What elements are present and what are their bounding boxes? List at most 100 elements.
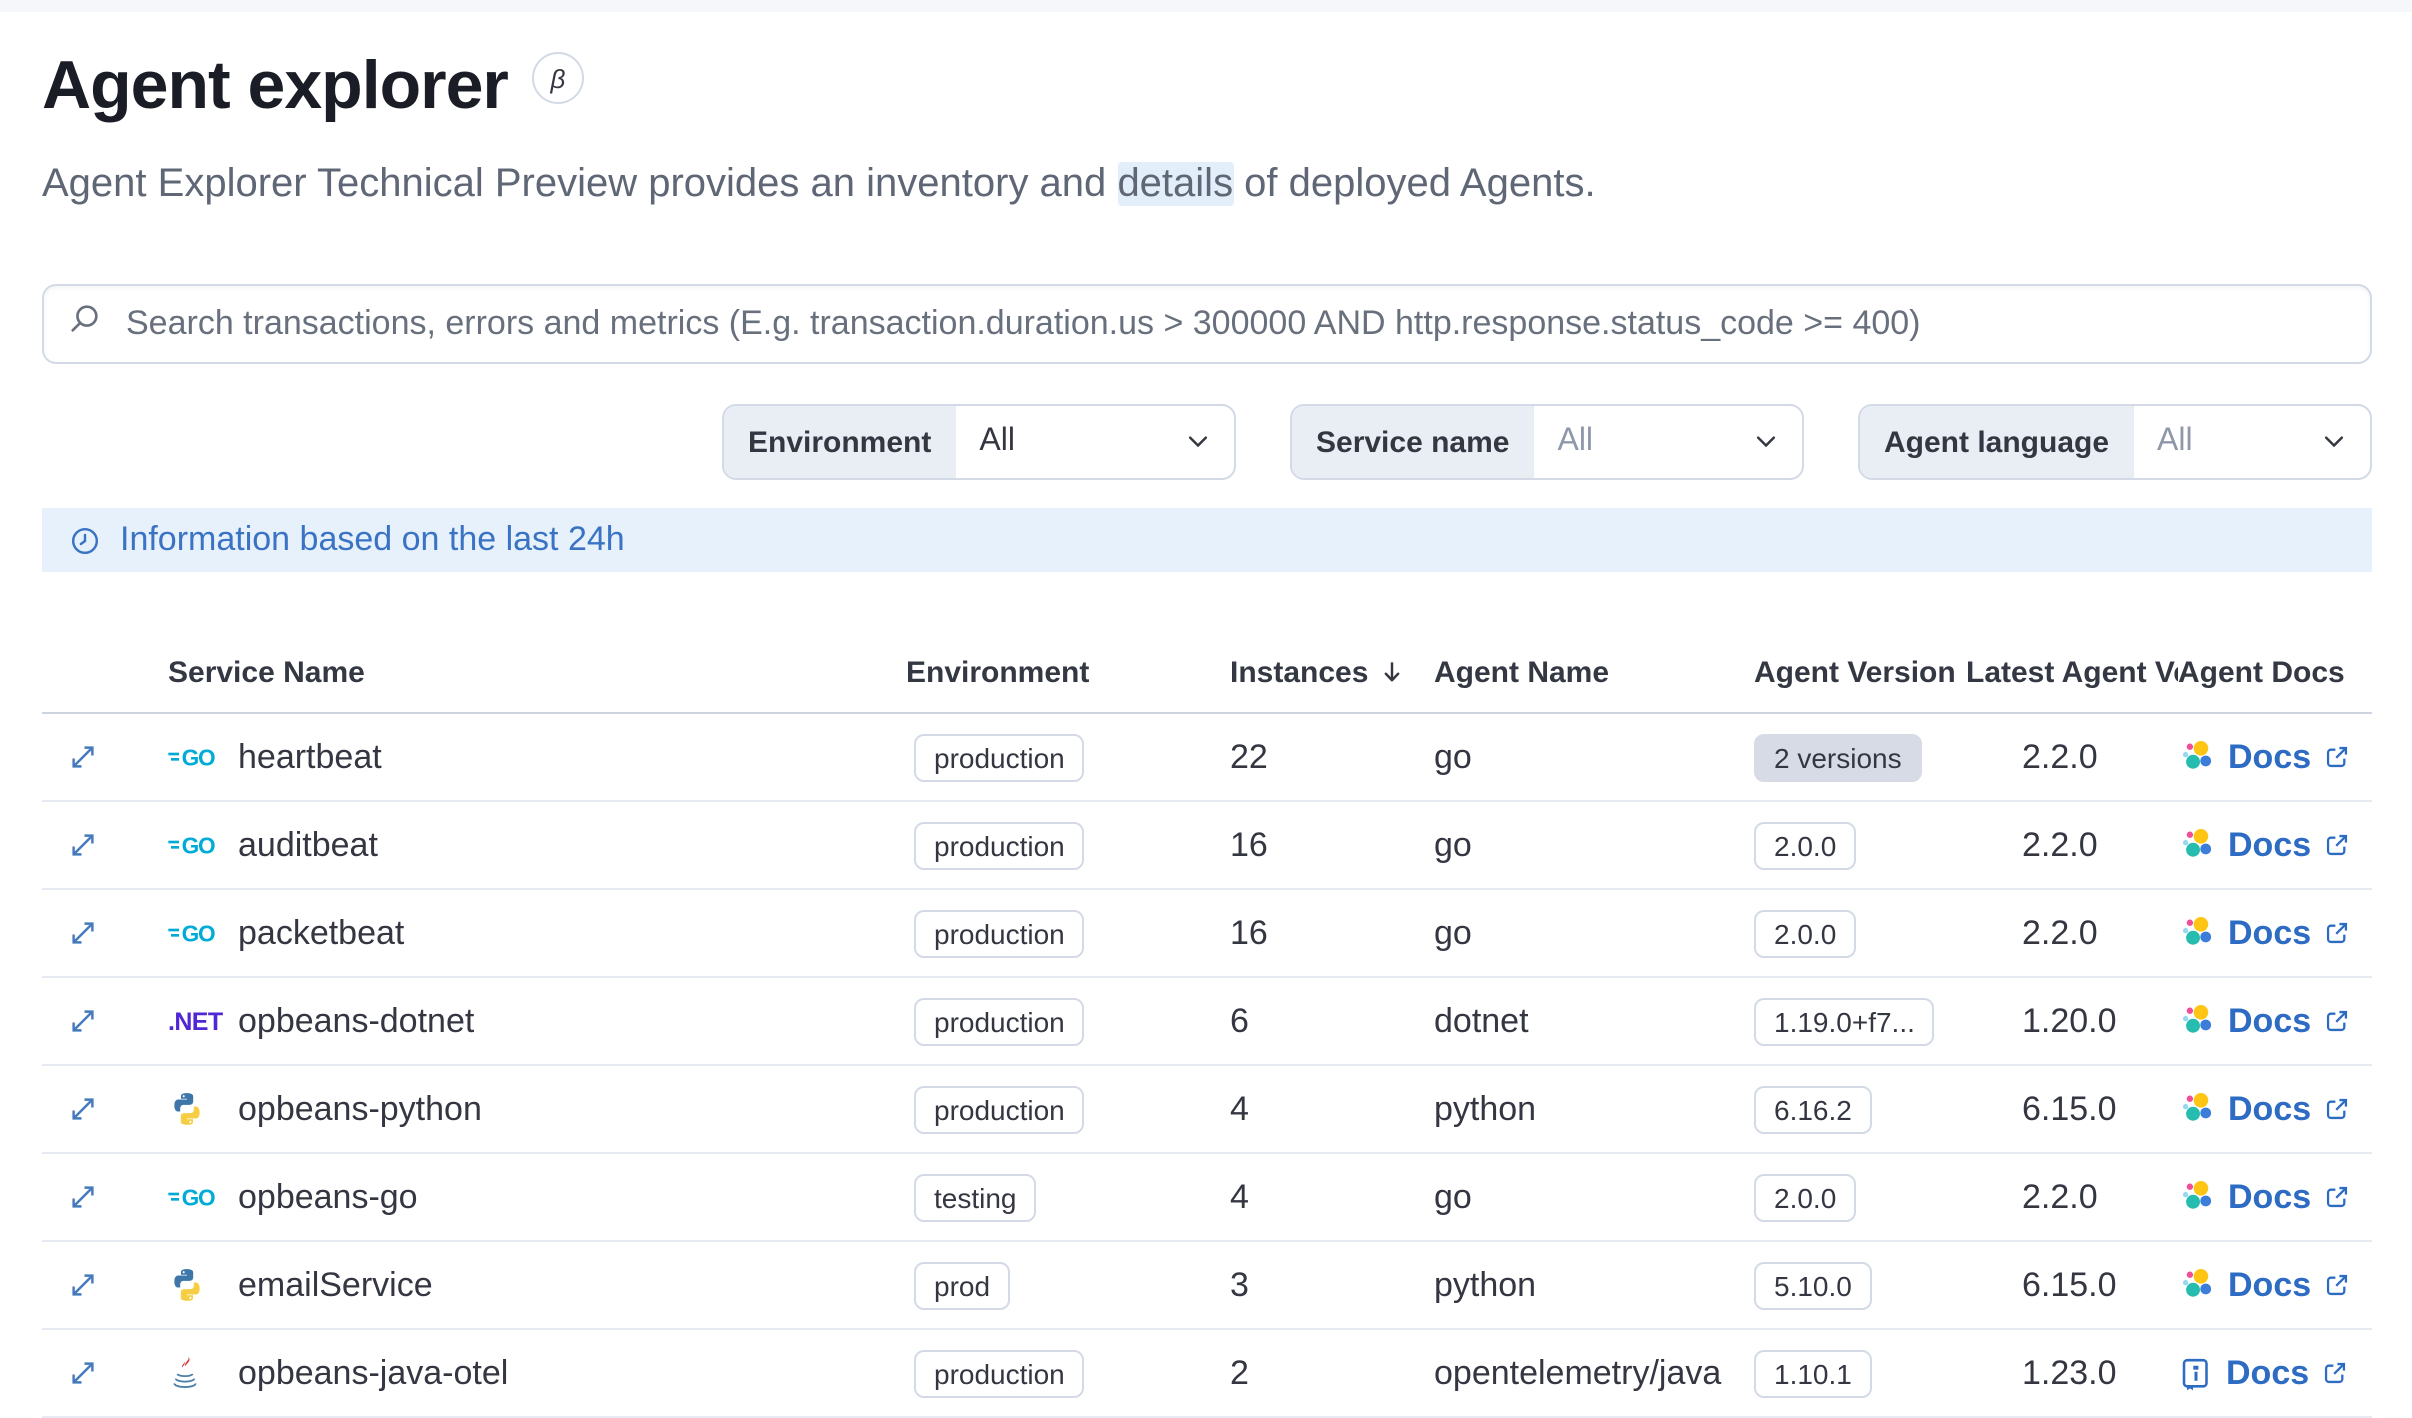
search-input[interactable] [122,302,2346,346]
info-banner: Information based on the last 24h [42,508,2372,572]
service-name[interactable]: opbeans-python [238,1089,482,1129]
elastic-logo-icon [2178,1002,2216,1040]
go-logo-icon: GO [168,1185,224,1209]
instances-count: 16 [1230,913,1268,951]
column-header-latest-agent-version[interactable]: Latest Agent Ve [1966,655,2178,689]
column-header-agent-docs[interactable]: Agent Docs [2178,655,2372,689]
instances-count: 4 [1230,1089,1249,1127]
table-row: GO auditbeat production 16 go 2.0.0 2.2.… [42,802,2372,890]
expand-row-button[interactable] [63,1002,101,1040]
page-header: Agent explorer β [42,44,2372,128]
docs-link-label: Docs [2228,737,2312,775]
instances-count: 16 [1230,825,1268,863]
column-header-service-name[interactable]: Service Name [122,655,906,689]
go-logo-icon: GO [168,921,224,945]
instances-count: 2 [1230,1353,1249,1391]
environment-filter-label: Environment [724,406,956,478]
service-name[interactable]: auditbeat [238,825,378,865]
elastic-logo-icon [2178,1090,2216,1128]
table-body: GO heartbeat production 22 go 2 versions… [42,714,2372,1418]
expand-row-button[interactable] [63,1178,101,1216]
service-name[interactable]: opbeans-go [238,1177,418,1217]
column-header-instances[interactable]: Instances [1222,655,1434,689]
agent-name: dotnet [1434,1001,1529,1039]
svg-text:GO: GO [182,921,215,945]
expand-row-button[interactable] [63,1354,101,1392]
environment-badge: production [914,733,1085,781]
service-name[interactable]: emailService [238,1265,433,1305]
java-logo-icon [168,1354,224,1392]
elastic-logo-icon [2178,738,2216,776]
docs-link[interactable]: Docs [2178,825,2349,865]
docs-link[interactable]: Docs [2178,737,2349,777]
service-name[interactable]: opbeans-java-otel [238,1353,508,1393]
expand-row-button[interactable] [63,1266,101,1304]
clock-icon [70,525,100,555]
docs-link-label: Docs [2228,825,2312,863]
agent-version-badge[interactable]: 2 versions [1754,733,1922,781]
service-name[interactable]: heartbeat [238,737,382,777]
docs-link[interactable]: Docs [2178,913,2349,953]
table-header-row: Service Name Environment Instances Agent… [42,632,2372,714]
search-bar[interactable] [42,284,2372,364]
table-row: GO heartbeat production 22 go 2 versions… [42,714,2372,802]
expand-row-button[interactable] [63,1090,101,1128]
column-header-agent-version[interactable]: Agent Version [1754,655,1966,689]
agent-name: opentelemetry/java [1434,1353,1722,1391]
elastic-logo-icon [2178,1178,2216,1216]
docs-link[interactable]: Docs [2178,1089,2349,1129]
expand-row-button[interactable] [63,826,101,864]
svg-text:GO: GO [182,1185,215,1209]
table-row: emailService prod 3 python 5.10.0 6.15.0… [42,1242,2372,1330]
agent-name: go [1434,825,1472,863]
table-row: GO packetbeat production 16 go 2.0.0 2.2… [42,890,2372,978]
agent-name: go [1434,913,1472,951]
agent-version-badge: 5.10.0 [1754,1261,1872,1309]
expand-row-button[interactable] [63,914,101,952]
go-logo-icon: GO [168,833,224,857]
external-link-icon [2323,920,2349,946]
docs-link-label: Docs [2228,1089,2312,1127]
chevron-down-icon [2320,406,2370,478]
latest-agent-version: 2.2.0 [2022,1177,2098,1215]
latest-agent-version: 1.23.0 [2022,1353,2117,1391]
agent-name: python [1434,1265,1537,1303]
instances-count: 22 [1230,737,1268,775]
latest-agent-version: 6.15.0 [2022,1265,2117,1303]
go-logo-icon: GO [168,745,224,769]
docs-link[interactable]: Docs [2178,1265,2349,1305]
instances-count: 3 [1230,1265,1249,1303]
selected-text: details [1117,162,1234,206]
service-name[interactable]: packetbeat [238,913,404,953]
elastic-logo-icon [2178,914,2216,952]
book-icon [2178,1355,2214,1391]
docs-link[interactable]: Docs [2178,1001,2349,1041]
expand-row-button[interactable] [63,738,101,776]
beta-badge: β [531,52,584,104]
environment-badge: prod [914,1261,1011,1309]
environment-badge: production [914,997,1085,1045]
python-logo-icon [168,1266,224,1304]
table-row: .NET opbeans-dotnet production 6 dotnet … [42,978,2372,1066]
docs-link[interactable]: Docs [2178,1353,2347,1393]
info-banner-text: Information based on the last 24h [120,520,625,558]
description-text: Agent Explorer Technical Preview provide… [42,162,1118,206]
docs-link[interactable]: Docs [2178,1177,2349,1217]
search-icon [68,302,102,346]
external-link-icon [2323,744,2349,770]
service-name-filter[interactable]: Service name All [1290,404,1804,480]
environment-filter[interactable]: Environment All [722,404,1236,480]
agent-name: python [1434,1089,1537,1127]
agent-version-badge: 1.19.0+f7... [1754,997,1935,1045]
agent-name: go [1434,1177,1472,1215]
environment-badge: testing [914,1173,1037,1221]
latest-agent-version: 2.2.0 [2022,737,2098,775]
service-name[interactable]: opbeans-dotnet [238,1001,474,1041]
external-link-icon [2323,1096,2349,1122]
agent-language-filter[interactable]: Agent language All [1858,404,2372,480]
column-header-environment[interactable]: Environment [906,655,1222,689]
column-header-agent-name[interactable]: Agent Name [1434,655,1754,689]
docs-link-label: Docs [2228,1001,2312,1039]
description-text-end: of deployed Agents. [1233,162,1596,206]
docs-link-label: Docs [2228,1177,2312,1215]
